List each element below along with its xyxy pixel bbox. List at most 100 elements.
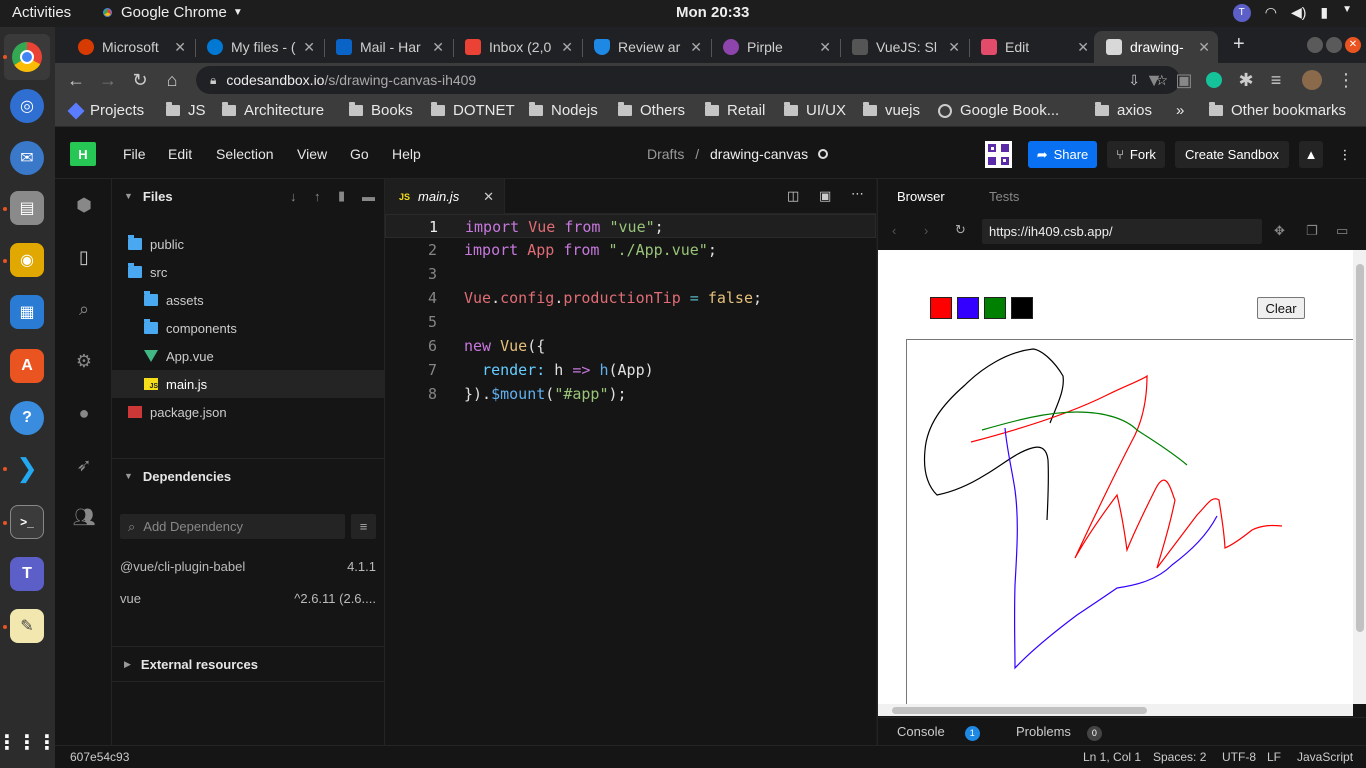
chrome-dock-icon[interactable] — [4, 34, 50, 80]
forward-icon[interactable]: → — [95, 67, 121, 93]
split-editor-icon[interactable]: ◫ — [787, 188, 799, 204]
color-swatch-red[interactable] — [930, 297, 952, 319]
tree-item-folder[interactable]: src — [112, 258, 384, 286]
more-actions-icon[interactable]: ⋯ — [851, 186, 864, 202]
chrome-menu-icon[interactable]: ⋮ — [1333, 67, 1359, 93]
browser-tab[interactable]: Review ar ✕ — [582, 31, 710, 63]
browser-tab[interactable]: Pirple ✕ — [711, 31, 839, 63]
globe-privacy-icon[interactable] — [817, 149, 828, 159]
menu-go[interactable]: Go — [350, 146, 369, 162]
close-tab-icon[interactable]: ✕ — [561, 39, 573, 56]
battery-icon[interactable]: ▮ — [1320, 4, 1328, 22]
github-icon[interactable]: ● — [73, 402, 95, 424]
writer-dock-icon[interactable]: ▦ — [10, 295, 44, 329]
drawing-canvas[interactable] — [906, 339, 1353, 704]
share-button[interactable]: ➦ Share — [1028, 141, 1097, 168]
app-menu[interactable]: Google Chrome ▼ — [100, 4, 243, 21]
dependencies-section-header[interactable]: ▼ Dependencies — [112, 459, 385, 493]
bookmark-folder[interactable]: vuejs — [863, 102, 920, 119]
preview-vertical-scrollbar[interactable] — [1353, 250, 1366, 704]
add-dependency-input[interactable]: ⌕ Add Dependency — [120, 514, 345, 539]
menu-edit[interactable]: Edit — [168, 146, 192, 162]
codesandbox-logo[interactable]: H — [70, 142, 96, 166]
browser-tab[interactable]: Microsoft ✕ — [66, 31, 194, 63]
show-apps-icon[interactable]: ⋮⋮⋮ — [0, 725, 57, 759]
browser-tab[interactable]: Edit ✕ — [969, 31, 1097, 63]
media-control-icon[interactable]: ≡ — [1263, 67, 1289, 93]
close-tab-icon[interactable]: ✕ — [1198, 39, 1210, 56]
bookmark-projects[interactable]: Projects — [67, 102, 144, 119]
tree-item-file[interactable]: package.json — [112, 398, 384, 426]
close-tab-icon[interactable]: ✕ — [690, 39, 702, 56]
activities-button[interactable]: Activities — [12, 4, 71, 21]
volume-icon[interactable]: ◀) — [1291, 4, 1306, 22]
console-tab[interactable]: Console 1 — [897, 724, 980, 741]
system-tray[interactable]: T ◠ ◀) ▮ ▼ — [1232, 4, 1352, 22]
preview-refresh-icon[interactable]: ↻ — [955, 222, 966, 238]
tree-item-file-selected[interactable]: JS main.js — [112, 370, 384, 398]
project-info-icon[interactable]: ⬢ — [73, 194, 95, 216]
minimize-window-icon[interactable] — [1307, 37, 1323, 53]
settings-gear-icon[interactable]: ⚙ — [73, 350, 95, 372]
bookmark-folder[interactable]: Books — [349, 102, 413, 119]
close-window-icon[interactable]: ✕ — [1345, 37, 1361, 53]
bookmark-google-books[interactable]: Google Book... — [938, 102, 1059, 119]
chromium-dock-icon[interactable]: ◎ — [10, 89, 44, 123]
code-line[interactable]: 5 — [385, 310, 876, 334]
new-folder-icon[interactable]: ▬ — [362, 189, 375, 204]
browser-tab[interactable]: Mail - Har ✕ — [324, 31, 452, 63]
close-tab-icon[interactable]: ✕ — [174, 39, 186, 56]
notifications-bell-icon[interactable]: ▲ — [1299, 141, 1323, 168]
open-preview-icon[interactable]: ▣ — [819, 188, 831, 204]
new-tab-icon[interactable]: + — [1233, 33, 1245, 56]
dependency-row[interactable]: @vue/cli-plugin-babel 4.1.1 — [120, 559, 376, 574]
close-tab-icon[interactable]: ✕ — [819, 39, 831, 56]
close-tab-icon[interactable]: ✕ — [483, 189, 494, 205]
preview-back-icon[interactable]: ‹ — [892, 223, 896, 238]
text-editor-dock-icon[interactable]: ✎ — [10, 609, 44, 643]
encoding[interactable]: UTF-8 — [1222, 750, 1256, 764]
code-line[interactable]: 6 new Vue({ — [385, 334, 876, 358]
preview-forward-icon[interactable]: › — [924, 223, 928, 238]
browser-tab[interactable]: VueJS: Sl ✕ — [840, 31, 968, 63]
help-dock-icon[interactable]: ? — [10, 401, 44, 435]
extension-vuejs-icon[interactable]: ▼ — [1141, 67, 1167, 93]
code-line[interactable]: 7 render: h => h(App) — [385, 358, 876, 382]
tree-item-folder[interactable]: public — [112, 230, 384, 258]
browser-tab[interactable]: Inbox (2,0 ✕ — [453, 31, 581, 63]
external-resources-section-header[interactable]: ▶ External resources — [112, 647, 385, 681]
browser-tab[interactable]: My files - (✕ — [195, 31, 323, 63]
home-icon[interactable]: ⌂ — [159, 67, 185, 93]
close-tab-icon[interactable]: ✕ — [432, 39, 444, 56]
more-bookmarks-chevron[interactable]: » — [1176, 102, 1184, 119]
terminal-dock-icon[interactable]: >_ — [10, 505, 44, 539]
reload-icon[interactable]: ↻ — [127, 67, 153, 93]
files-icon[interactable]: ▯ — [73, 246, 95, 268]
files-dock-icon[interactable]: ▤ — [10, 191, 44, 225]
bookmark-folder[interactable]: Retail — [705, 102, 765, 119]
tree-item-file[interactable]: App.vue — [112, 342, 384, 370]
clear-button[interactable]: Clear — [1257, 297, 1305, 319]
bookmark-folder[interactable]: Nodejs — [529, 102, 598, 119]
tab-browser[interactable]: Browser — [897, 189, 945, 204]
browser-tab-active[interactable]: drawing- ✕ — [1094, 31, 1218, 63]
problems-tab[interactable]: Problems 0 — [1016, 724, 1102, 741]
thunderbird-dock-icon[interactable]: ✉ — [10, 141, 44, 175]
teams-dock-icon[interactable]: T — [10, 557, 44, 591]
fork-button[interactable]: ⑂ Fork — [1107, 141, 1165, 168]
extension-icon[interactable]: ▣ — [1171, 67, 1197, 93]
line-ending[interactable]: LF — [1267, 750, 1281, 764]
code-line[interactable]: 2 import App from "./App.vue"; — [385, 238, 876, 262]
upload-icon[interactable]: ↑ — [314, 189, 321, 204]
user-avatar[interactable] — [985, 141, 1012, 168]
code-line[interactable]: 1 import Vue from "vue"; — [385, 214, 876, 238]
create-sandbox-button[interactable]: Create Sandbox — [1175, 141, 1289, 168]
files-section-header[interactable]: ▼ Files ↓ ↑ ▮ ▬ — [112, 179, 385, 213]
preview-devtools-icon[interactable]: ✥ — [1274, 223, 1285, 239]
menu-selection[interactable]: Selection — [216, 146, 274, 162]
color-swatch-green[interactable] — [984, 297, 1006, 319]
bookmark-folder[interactable]: axios — [1095, 102, 1152, 119]
code-line[interactable]: 8}).$mount("#app"); — [385, 382, 876, 406]
tree-item-folder[interactable]: assets — [112, 286, 384, 314]
code-line[interactable]: 4 Vue.config.productionTip = false; — [385, 286, 876, 310]
